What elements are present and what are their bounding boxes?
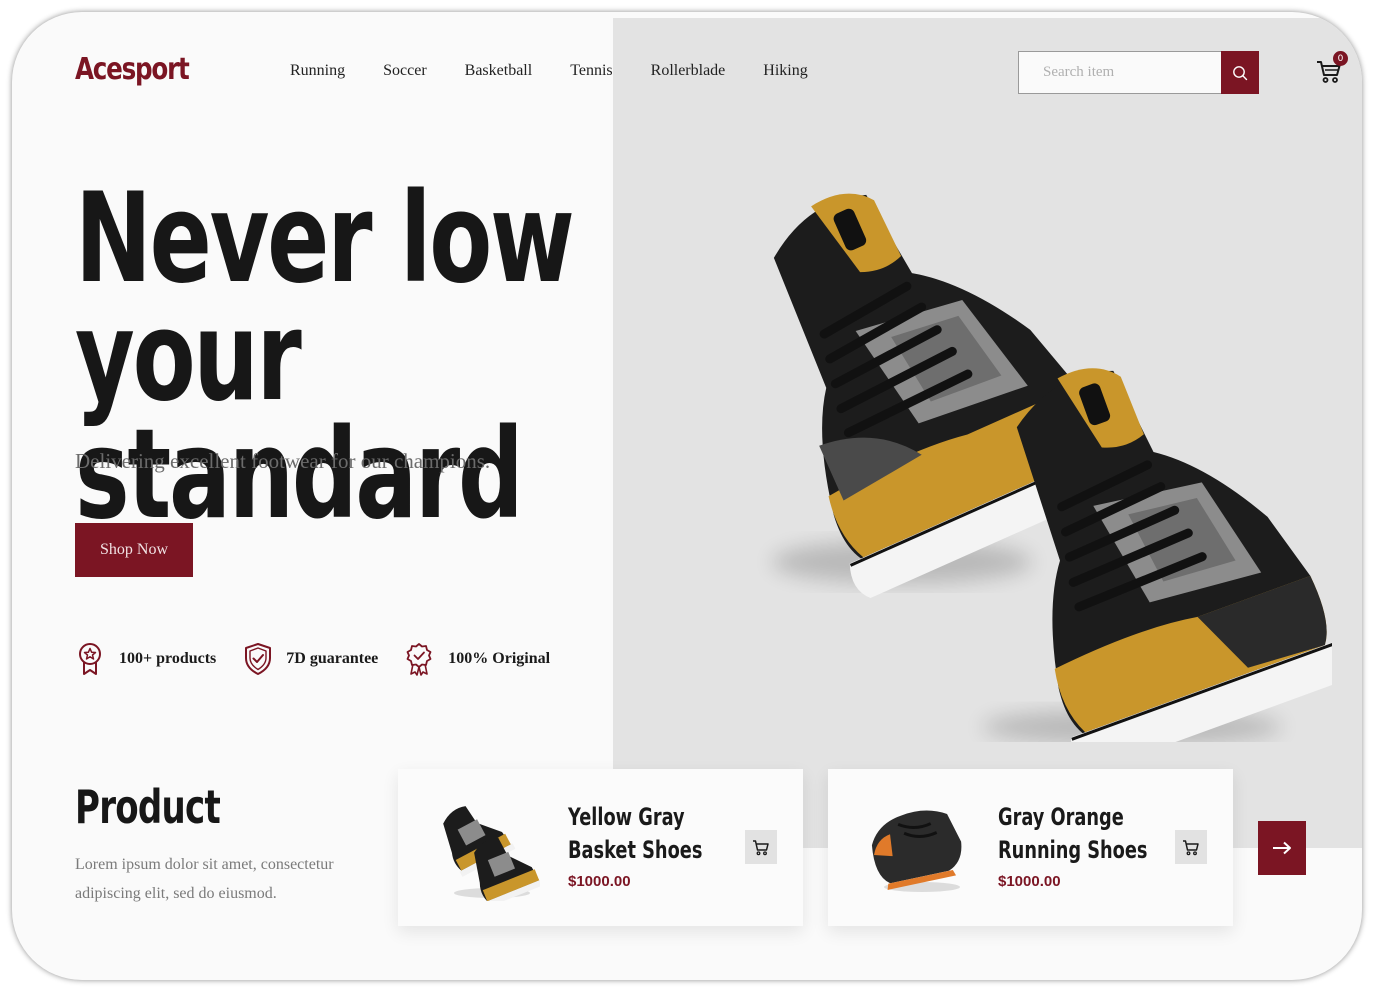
feature-item: 100% Original	[404, 642, 550, 676]
search-input[interactable]	[1019, 52, 1221, 93]
hero-title: Never low your standard	[75, 177, 771, 537]
feature-list: 100+ products 7D guarantee 100% Original	[75, 642, 576, 676]
cart-icon	[753, 840, 769, 856]
product-name[interactable]: Yellow Gray Basket Shoes	[568, 801, 738, 867]
search-bar	[1018, 51, 1259, 94]
nav-item-tennis[interactable]: Tennis	[570, 62, 612, 80]
nav-item-basketball[interactable]: Basketball	[465, 62, 533, 80]
next-products-button[interactable]	[1258, 821, 1306, 875]
search-icon	[1233, 65, 1248, 80]
feature-item: 100+ products	[75, 642, 216, 676]
product-section-description: Lorem ipsum dolor sit amet, consectetur …	[75, 856, 334, 902]
feature-label: 100% Original	[448, 650, 551, 667]
brand-logo[interactable]: Acesport	[75, 52, 190, 87]
product-price: $1000.00	[998, 873, 1061, 890]
page-frame: Acesport Running Soccer Basketball Tenni…	[12, 12, 1362, 980]
feature-label: 7D guarantee	[286, 650, 379, 667]
product-price: $1000.00	[568, 873, 631, 890]
product-section-heading: Product	[75, 780, 221, 834]
cart-count-badge: 0	[1333, 51, 1348, 66]
add-to-cart-button[interactable]	[1175, 830, 1207, 864]
hero-subtitle: Delivering excellent footwear for our ch…	[75, 449, 491, 473]
search-button[interactable]	[1221, 51, 1259, 94]
product-thumbnail	[871, 810, 962, 892]
badge-star-icon	[79, 643, 101, 675]
nav-item-hiking[interactable]: Hiking	[763, 62, 807, 80]
main-nav: Running Soccer Basketball Tennis Rollerb…	[290, 62, 846, 80]
feature-label: 100+ products	[119, 650, 217, 667]
nav-item-running[interactable]: Running	[290, 62, 345, 80]
certified-badge-icon	[406, 643, 432, 676]
nav-item-soccer[interactable]: Soccer	[383, 62, 427, 80]
shop-now-button[interactable]: Shop Now	[75, 523, 193, 577]
arrow-right-icon	[1273, 841, 1291, 855]
product-thumbnail	[443, 806, 540, 901]
product-card[interactable]: Yellow Gray Basket Shoes $1000.00	[398, 769, 803, 926]
hero-title-line1: Never low your	[75, 167, 575, 429]
add-to-cart-button[interactable]	[745, 830, 777, 864]
cart-button[interactable]: 0	[1316, 51, 1348, 87]
cart-icon	[1183, 840, 1199, 856]
product-name[interactable]: Gray Orange Running Shoes	[998, 801, 1168, 867]
shield-check-icon	[245, 643, 272, 675]
product-card[interactable]: Gray Orange Running Shoes $1000.00	[828, 769, 1233, 926]
nav-item-rollerblade[interactable]: Rollerblade	[651, 62, 726, 80]
feature-item: 7D guarantee	[242, 642, 378, 676]
sneakers-pair-image	[772, 193, 1332, 742]
